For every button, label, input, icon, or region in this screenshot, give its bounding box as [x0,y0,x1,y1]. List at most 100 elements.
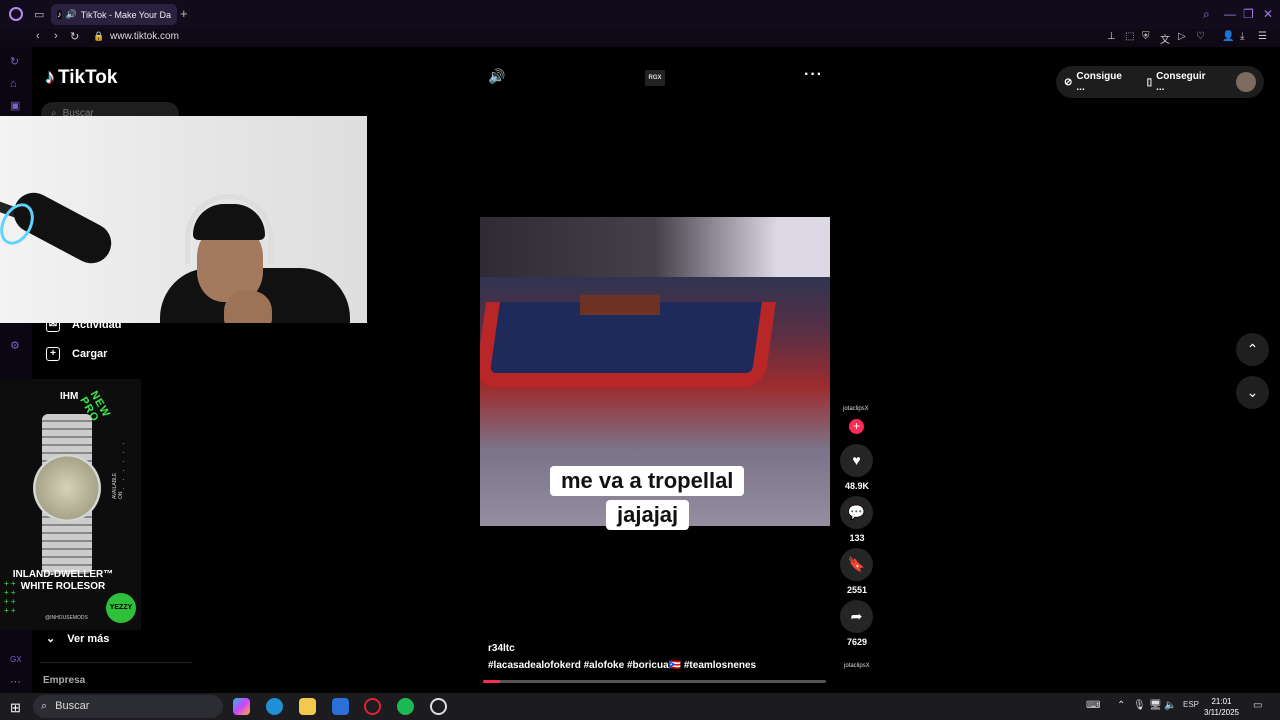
video-progress-fill [483,680,501,683]
streamer-hand [224,291,272,323]
file-explorer-icon[interactable] [299,698,316,715]
pin-icon[interactable]: ⊥ [1107,31,1116,42]
more-options-icon[interactable]: ··· [804,66,823,84]
save-button[interactable]: 🔖 [840,548,873,581]
taskbar-search-label: Buscar [55,700,90,712]
obs-icon[interactable] [430,698,447,715]
search-tabs-icon[interactable]: ⌕ [1203,7,1210,22]
settings-icon[interactable]: ⚙ [10,339,20,352]
heart-bookmark-icon[interactable]: ♡ [1196,31,1205,42]
profile-icon[interactable]: 👤 [1222,31,1234,42]
keyboard-icon[interactable]: ⌨ [1086,700,1100,711]
lock-icon: 🔒 [93,31,105,41]
next-video-button[interactable]: ⌄ [1236,376,1269,409]
video-scene-wall [480,217,830,277]
ad-handle: @INHOUSEMODS [45,615,88,621]
like-count: 48.9K [844,481,870,491]
previous-video-button[interactable]: ⌃ [1236,333,1269,366]
close-button[interactable]: ✕ [1263,7,1273,21]
nav-label: Cargar [72,348,108,360]
snapshot-icon[interactable]: ⬚ [1125,31,1134,42]
creator-handle-bottom[interactable]: jotaclipsX [844,663,870,669]
ver-mas-button[interactable]: ⌄ Ver más [46,632,110,646]
video-author[interactable]: r34ltc [488,643,515,654]
video-scene-table [580,295,660,315]
history-icon[interactable]: ↻ [10,55,19,68]
video-hashtags[interactable]: #lacasadealofokerd #alofoke #boricua🇵🇷 #… [488,660,756,671]
tiktok-logo[interactable]: ♪ TikTok [45,66,117,89]
maximize-button[interactable]: ❐ [1243,7,1254,21]
empresa-heading: Empresa [43,675,86,686]
minimize-button[interactable]: — [1224,7,1236,21]
video-subtitle-line2: jajajaj [606,500,690,530]
tray-chevron-icon[interactable]: ⌃ [1117,700,1125,711]
forward-icon[interactable]: › [54,30,58,42]
windows-start-icon[interactable]: ⊞ [10,700,21,716]
comment-button[interactable]: 💬 [840,496,873,529]
nav-item-cargar[interactable]: + Cargar [46,347,107,361]
workspace-icon[interactable]: ⌂ [10,78,17,90]
search-icon: ⌕ [41,700,48,712]
volume-icon[interactable]: 🔊 [488,68,505,85]
new-tab-button[interactable]: + [180,6,188,21]
opera-gx-icon[interactable] [364,698,381,715]
taskbar-search[interactable]: ⌕ Buscar [33,695,223,718]
share-button[interactable]: ➦ [840,600,873,633]
get-coins-label: Consigue ... [1076,71,1122,93]
shield-icon[interactable]: ⛨ [1142,31,1150,42]
upload-icon: + [46,347,60,361]
video-progress-bar[interactable] [483,680,826,683]
creator-handle[interactable]: jotaclipsX [843,406,869,412]
tiktok-logo-text: TikTok [58,66,118,88]
copilot-icon[interactable] [233,698,250,715]
url-field[interactable]: www.tiktok.com [110,31,179,42]
share-count: 7629 [846,637,868,647]
ad-title: INLAND-DWELLER™ WHITE ROLESOR [12,569,114,592]
ad-overlay: IHM NEW PRO AVAILABLE ON INLAND-DWELLER™… [0,379,141,630]
notifications-icon[interactable]: ▭ [1253,700,1262,711]
play-icon[interactable]: ▷ [1178,31,1186,42]
taskbar-clock[interactable]: 21:01 3/11/2025 [1204,696,1239,718]
tab-tiktok[interactable]: ♪ 🔊 TikTok - Make Your Da [51,4,177,25]
gx-icon[interactable]: GX [10,655,22,664]
video-subtitle-line1: me va a tropellal [550,466,745,496]
like-button[interactable]: ♥ [840,444,873,477]
windows-taskbar: ⊞ ⌕ Buscar ⌨ ⌃ 🎙 🖥 🔈 ESP 21:01 3/11/2025… [0,693,1280,720]
ad-badge: YEZZY [106,593,136,623]
get-coins-button[interactable]: ⊘ Consigue ... [1064,71,1133,93]
tiktok-note-icon: ♪ [45,66,55,88]
watch-face [33,454,101,522]
webcam-overlay [0,116,367,323]
get-app-label: Conseguir ... [1156,71,1206,93]
coin-icon: ⊘ [1064,76,1073,88]
tab-menu-icon[interactable]: ▭ [34,8,44,21]
reload-icon[interactable]: ↻ [70,30,79,43]
browser-tab-strip: ▭ ♪ 🔊 TikTok - Make Your Da + ⌕ — ❐ ✕ [0,0,1280,29]
bookmark-icon: 🔖 [847,556,866,572]
tab-title: TikTok - Make Your Da [80,9,171,20]
chevron-up-icon: ⌃ [1246,341,1259,357]
spotify-icon[interactable] [397,698,414,715]
comment-icon: 💬 [847,504,866,520]
language-indicator[interactable]: ESP [1183,700,1199,709]
ver-mas-label: Ver más [67,632,110,645]
get-app-button[interactable]: ▯ Conseguir ... [1147,71,1217,93]
more-sidebar-icon[interactable]: ⋯ [10,675,21,688]
edge-icon[interactable] [266,698,283,715]
network-icon[interactable]: 🖥 [1149,700,1162,711]
mic-icon[interactable]: 🎙 [1133,700,1146,711]
clock-time: 21:01 [1211,697,1232,706]
follow-button[interactable]: + [849,419,864,434]
save-count: 2551 [846,585,868,595]
messenger-icon[interactable]: ▣ [10,99,20,112]
back-icon[interactable]: ‹ [36,30,40,42]
clock-date: 3/11/2025 [1204,708,1239,717]
opera-logo-icon[interactable] [9,7,23,21]
avatar[interactable] [1236,72,1256,92]
download-icon[interactable]: ⤓ [1240,31,1244,42]
volume-tray-icon[interactable]: 🔈 [1164,700,1176,711]
speaker-icon[interactable]: 🔊 [66,9,77,20]
menu-icon[interactable]: ☰ [1258,31,1267,42]
translate-icon[interactable]: 文 [1160,31,1170,46]
store-icon[interactable] [332,698,349,715]
